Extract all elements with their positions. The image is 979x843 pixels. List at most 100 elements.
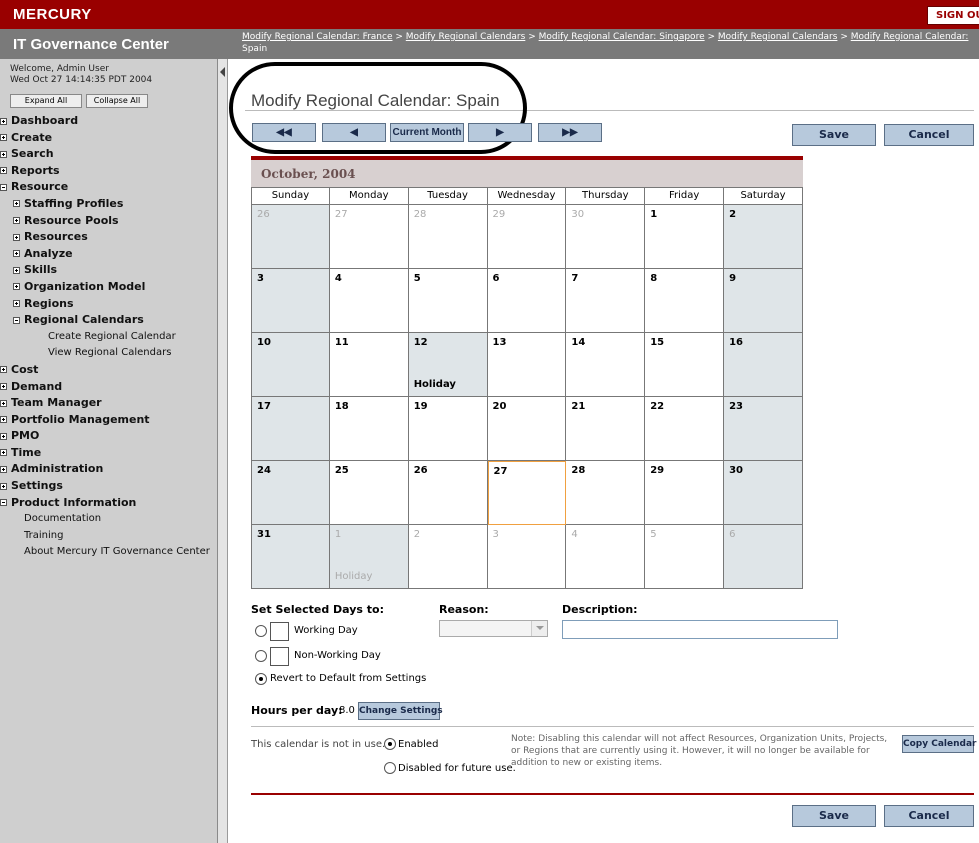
sidebar-item-resources[interactable]: Resources (0, 229, 218, 246)
expand-plus-icon[interactable] (0, 449, 7, 457)
reason-select[interactable] (439, 620, 548, 637)
breadcrumb-link[interactable]: Modify Regional Calendar: France (242, 32, 393, 42)
sidebar-item-analyze[interactable]: Analyze (0, 246, 218, 263)
disabled-radio[interactable] (384, 762, 396, 774)
calendar-day[interactable]: 2 (724, 205, 803, 269)
calendar-day[interactable]: 26 (408, 461, 488, 525)
calendar-day[interactable]: 27 (329, 205, 409, 269)
calendar-day[interactable]: 28 (408, 205, 488, 269)
calendar-day[interactable]: 6 (724, 525, 803, 589)
calendar-day[interactable]: 25 (329, 461, 409, 525)
next-month-button[interactable]: ▶ (468, 123, 532, 142)
calendar-day[interactable]: 30 (566, 205, 646, 269)
expand-plus-icon[interactable] (0, 416, 7, 424)
calendar-day[interactable]: 1 (645, 205, 725, 269)
sidebar-item-team-manager[interactable]: Team Manager (0, 395, 218, 412)
calendar-day[interactable]: 16 (724, 333, 803, 397)
expand-plus-icon[interactable] (13, 250, 20, 258)
sidebar-item-view-regional-calendars[interactable]: View Regional Calendars (0, 345, 218, 362)
description-input[interactable] (562, 620, 838, 639)
breadcrumb-link[interactable]: Modify Regional Calendar: (851, 32, 969, 42)
sidebar-item-cost[interactable]: Cost (0, 362, 218, 379)
calendar-day[interactable]: 15 (645, 333, 725, 397)
expand-plus-icon[interactable] (0, 383, 7, 390)
sidebar-item-skills[interactable]: Skills (0, 262, 218, 279)
breadcrumb-link[interactable]: Modify Regional Calendar: Singapore (539, 32, 705, 42)
expand-plus-icon[interactable] (13, 283, 20, 291)
sidebar-item-documentation[interactable]: Documentation (0, 511, 218, 528)
expand-plus-icon[interactable] (0, 150, 7, 158)
expand-plus-icon[interactable] (13, 300, 20, 308)
enabled-radio[interactable] (384, 738, 396, 750)
calendar-day[interactable]: 11 (329, 333, 409, 397)
copy-calendar-button[interactable]: Copy Calendar (902, 735, 976, 753)
calendar-day[interactable]: 3 (487, 525, 567, 589)
calendar-day-today[interactable]: 27 (487, 461, 567, 525)
sidebar-item-resource[interactable]: Resource (0, 179, 218, 196)
expand-plus-icon[interactable] (13, 200, 20, 208)
save-button[interactable]: Save (792, 124, 876, 146)
collapse-sidebar-icon[interactable] (220, 67, 225, 77)
calendar-day[interactable]: 8 (645, 269, 725, 333)
calendar-day[interactable]: 17 (251, 397, 330, 461)
calendar-day[interactable]: 22 (645, 397, 725, 461)
collapse-minus-icon[interactable] (0, 499, 7, 507)
previous-month-button[interactable]: ◀ (322, 123, 386, 142)
sidebar-item-search[interactable]: Search (0, 146, 218, 163)
calendar-day[interactable]: 2 (408, 525, 488, 589)
calendar-day[interactable]: 21 (566, 397, 646, 461)
expand-plus-icon[interactable] (0, 117, 7, 125)
sidebar-item-portfolio-management[interactable]: Portfolio Management (0, 412, 218, 429)
calendar-day[interactable]: 14 (566, 333, 646, 397)
non-working-day-radio[interactable] (255, 650, 267, 662)
working-day-radio[interactable] (255, 625, 267, 637)
calendar-day[interactable]: 29 (487, 205, 567, 269)
sidebar-item-regions[interactable]: Regions (0, 296, 218, 313)
sidebar-item-create[interactable]: Create (0, 130, 218, 147)
expand-plus-icon[interactable] (0, 399, 7, 407)
expand-plus-icon[interactable] (0, 432, 7, 440)
sidebar-item-administration[interactable]: Administration (0, 461, 218, 478)
expand-plus-icon[interactable] (0, 134, 7, 142)
calendar-day[interactable]: 4 (329, 269, 409, 333)
sign-out-button[interactable]: SIGN OUT (927, 6, 979, 25)
calendar-day[interactable]: 9 (724, 269, 803, 333)
calendar-day[interactable]: 5 (645, 525, 725, 589)
calendar-day[interactable]: 30 (724, 461, 803, 525)
sidebar-item-about-mercury-it-governance-center[interactable]: About Mercury IT Governance Center (0, 544, 218, 561)
calendar-day[interactable]: 4 (566, 525, 646, 589)
breadcrumb-link[interactable]: Modify Regional Calendars (406, 32, 526, 42)
expand-plus-icon[interactable] (0, 366, 7, 374)
last-month-button[interactable]: ▶▶ (538, 123, 602, 142)
revert-default-radio[interactable] (255, 673, 267, 685)
calendar-day[interactable]: 5 (408, 269, 488, 333)
calendar-day[interactable]: 13 (487, 333, 567, 397)
sidebar-item-demand[interactable]: Demand (0, 379, 218, 396)
calendar-day[interactable]: 1 Holiday (329, 525, 409, 589)
sidebar-item-organization-model[interactable]: Organization Model (0, 279, 218, 296)
sidebar-item-product-information[interactable]: Product Information (0, 495, 218, 512)
cancel-button-bottom[interactable]: Cancel (884, 805, 974, 827)
change-settings-button[interactable]: Change Settings (358, 702, 443, 720)
calendar-day[interactable]: 23 (724, 397, 803, 461)
calendar-day[interactable]: 10 (251, 333, 330, 397)
calendar-day[interactable]: 31 (251, 525, 330, 589)
calendar-day[interactable]: 19 (408, 397, 488, 461)
sidebar-splitter[interactable] (218, 59, 228, 843)
sidebar-item-staffing-profiles[interactable]: Staffing Profiles (0, 196, 218, 213)
calendar-day[interactable]: 3 (251, 269, 330, 333)
expand-plus-icon[interactable] (13, 233, 20, 241)
calendar-day[interactable]: 18 (329, 397, 409, 461)
sidebar-item-create-regional-calendar[interactable]: Create Regional Calendar (0, 329, 218, 346)
calendar-day[interactable]: 24 (251, 461, 330, 525)
calendar-day[interactable]: 12 Holiday (408, 333, 488, 397)
collapse-minus-icon[interactable] (0, 183, 7, 191)
sidebar-item-training[interactable]: Training (0, 528, 218, 545)
current-month-button[interactable]: Current Month (390, 123, 464, 142)
expand-plus-icon[interactable] (13, 266, 20, 274)
sidebar-item-dashboard[interactable]: Dashboard (0, 113, 218, 130)
chevron-down-icon[interactable] (531, 621, 547, 636)
calendar-day[interactable]: 26 (251, 205, 330, 269)
expand-plus-icon[interactable] (0, 482, 7, 490)
expand-plus-icon[interactable] (0, 167, 7, 175)
